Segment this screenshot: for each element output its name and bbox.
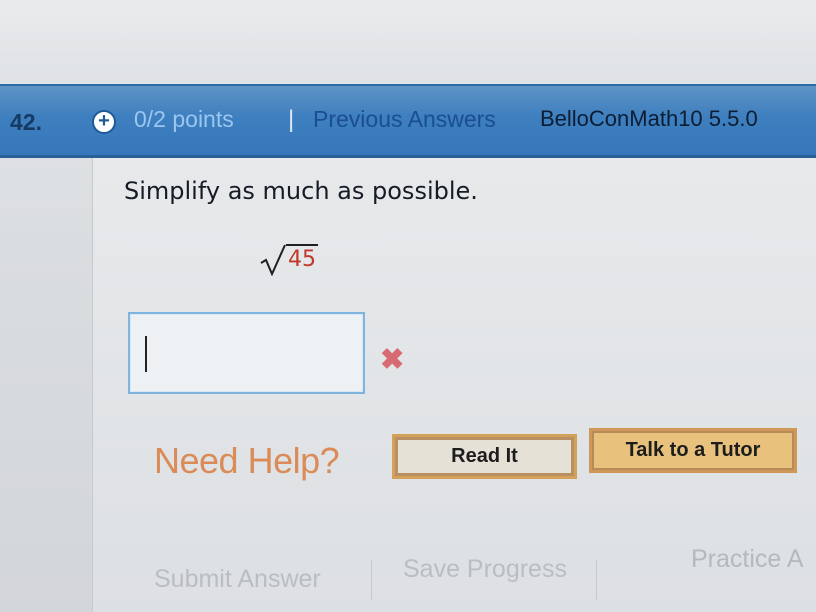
previous-answers-link[interactable]: Previous Answers [313, 106, 496, 133]
read-it-button[interactable]: Read It [392, 434, 577, 479]
action-divider [371, 560, 372, 600]
assignment-screen: 42. + 0/2 points | Previous Answers Bell… [0, 0, 816, 612]
save-progress-button[interactable]: Save Progress [403, 555, 567, 584]
top-blank-area [0, 0, 816, 82]
question-number: 42. [10, 109, 42, 135]
need-help-label: Need Help? [154, 440, 340, 481]
question-prompt: Simplify as much as possible. [124, 177, 478, 205]
points-link[interactable]: 0/2 points [134, 106, 234, 133]
text-cursor [145, 336, 147, 372]
x-mark-icon: ✖ [380, 344, 405, 376]
submit-answer-button[interactable]: Submit Answer [154, 565, 321, 594]
plus-icon[interactable]: + [92, 110, 116, 134]
talk-to-tutor-button[interactable]: Talk to a Tutor [589, 428, 797, 473]
header-separator: | [288, 106, 295, 133]
action-divider [596, 560, 597, 600]
practice-another-button[interactable]: Practice A [691, 545, 804, 574]
course-code: BelloConMath10 5.5.0 [540, 106, 758, 131]
square-root-icon [260, 244, 286, 276]
radicand-value: 45 [286, 244, 318, 274]
answer-input[interactable] [128, 312, 365, 394]
